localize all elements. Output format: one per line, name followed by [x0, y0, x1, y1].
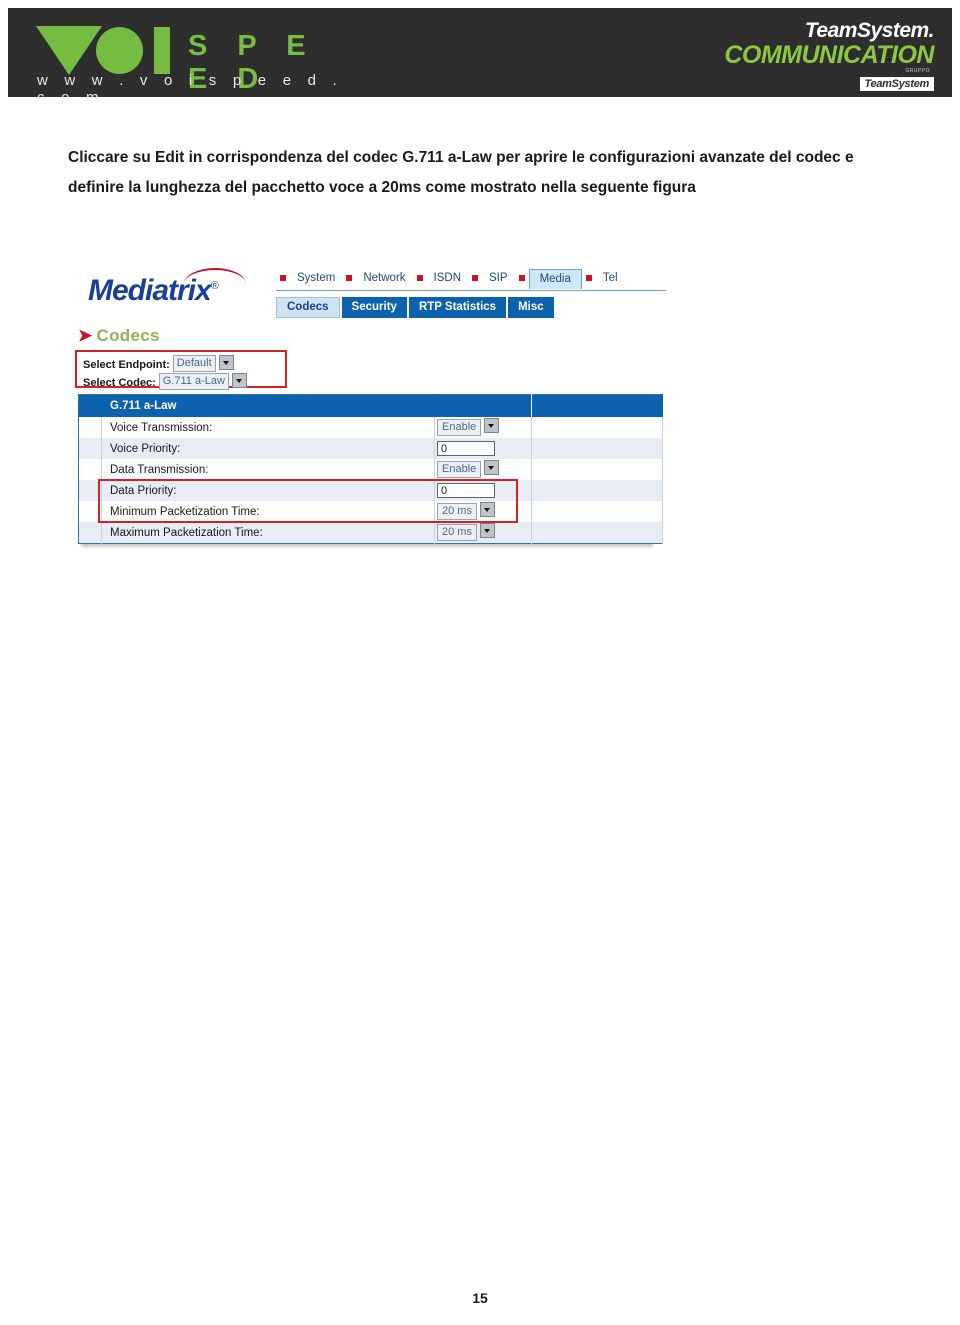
data-priority-label: Data Priority:: [101, 480, 435, 501]
secondary-tab-bar: Codecs Security RTP Statistics Misc: [276, 297, 556, 318]
select-endpoint-label: Select Endpoint:: [83, 358, 170, 371]
header-value-cell: [434, 394, 532, 417]
voice-transmission-control: Enable: [435, 418, 500, 436]
nav-bullet-icon: [585, 274, 592, 281]
nav-bullet-icon: [280, 274, 286, 281]
minimum-packetization-time-label: Minimum Packetization Time:: [101, 501, 435, 522]
codec-settings-table-wrapper: G.711 a-Law Voice Transmission: Enable V…: [78, 394, 663, 544]
section-heading: ➤ Codecs: [78, 326, 160, 346]
nav-bullet-icon: [416, 274, 423, 281]
tab-security[interactable]: Security: [341, 297, 407, 318]
data-transmission-dropdown[interactable]: Enable: [437, 461, 482, 478]
maximum-packetization-time-control: 20 ms: [435, 523, 495, 541]
page-number: 15: [472, 1290, 488, 1306]
header-gutter-cell: [78, 394, 102, 417]
nav-bullet-icon: [472, 274, 479, 281]
mediatrix-logo-arc-icon: [184, 268, 246, 284]
voispeed-logo: S P E E D w w w . v o i s p e e d . c o …: [36, 22, 366, 97]
teamsystem-product-name: COMMUNICATION: [724, 41, 934, 69]
voispeed-website-url: w w w . v o i s p e e d . c o m: [37, 72, 343, 97]
table-header-row: G.711 a-Law: [78, 394, 663, 417]
table-row: Voice Transmission: Enable: [78, 417, 663, 438]
row-gutter-cell: [78, 459, 102, 480]
data-priority-control: 0: [435, 483, 495, 498]
maximum-packetization-time-chevron-down-icon[interactable]: [479, 523, 495, 539]
data-transmission-value-cell: Enable: [434, 459, 532, 480]
voispeed-v-triangle-icon: [36, 26, 102, 75]
mediatrix-screenshot-figure: Mediatrix® System Network ISDN SIP Media Tel …: [75, 258, 676, 558]
nav-item-sip[interactable]: SIP: [482, 269, 515, 288]
select-codec-dropdown[interactable]: G.711 a-Law: [158, 373, 229, 390]
row-spacer-cell: [531, 480, 663, 501]
nav-item-media[interactable]: Media: [528, 269, 582, 289]
page-header-banner: S P E E D w w w . v o i s p e e d . c o …: [8, 8, 952, 97]
row-gutter-cell: [78, 417, 102, 438]
maximum-packetization-time-label: Maximum Packetization Time:: [101, 522, 435, 544]
maximum-packetization-time-value-cell: 20 ms: [434, 522, 532, 544]
primary-navigation: System Network ISDN SIP Media Tel: [276, 269, 666, 291]
minimum-packetization-time-chevron-down-icon[interactable]: [479, 502, 495, 518]
data-transmission-label: Data Transmission:: [101, 459, 435, 480]
select-endpoint-row: Select Endpoint: Default: [83, 355, 285, 372]
voice-transmission-chevron-down-icon[interactable]: [484, 418, 500, 434]
minimum-packetization-time-control: 20 ms: [435, 502, 495, 520]
voispeed-i-bar-icon: [154, 27, 170, 74]
selector-highlight-box: Select Endpoint: Default Select Codec: G.7…: [75, 350, 287, 390]
instruction-paragraph: Cliccare su Edit in corrispondenza del c…: [68, 149, 854, 196]
row-spacer-cell: [531, 438, 663, 459]
row-spacer-cell: [531, 501, 663, 522]
row-gutter-cell: [78, 522, 102, 544]
voice-transmission-dropdown[interactable]: Enable: [437, 419, 482, 436]
teamsystem-name: TeamSystem.: [804, 19, 935, 42]
data-priority-value-cell: 0: [434, 480, 532, 501]
codec-settings-table: G.711 a-Law Voice Transmission: Enable V…: [78, 394, 663, 544]
minimum-packetization-time-dropdown[interactable]: 20 ms: [437, 503, 477, 520]
row-spacer-cell: [531, 417, 663, 438]
teamsystem-group-badge: TeamSystem: [859, 77, 934, 91]
voice-priority-value-cell: 0: [434, 438, 532, 459]
nav-item-tel[interactable]: Tel: [596, 269, 625, 288]
select-codec-label: Select Codec:: [83, 376, 156, 389]
teamsystem-logo: TeamSystem. COMMUNICATION GRUPPO TeamSys…: [684, 19, 935, 91]
row-spacer-cell: [531, 522, 663, 544]
table-row: Maximum Packetization Time: 20 ms: [78, 522, 663, 544]
voice-transmission-label: Voice Transmission:: [101, 417, 435, 438]
row-gutter-cell: [78, 438, 102, 459]
row-gutter-cell: [78, 480, 102, 501]
select-codec-row: Select Codec: G.711 a-Law: [83, 373, 285, 390]
row-gutter-cell: [78, 501, 102, 522]
nav-item-network[interactable]: Network: [356, 269, 412, 288]
section-arrow-icon: ➤: [78, 326, 93, 345]
select-codec-chevron-down-icon[interactable]: [231, 373, 247, 388]
nav-bullet-icon: [518, 274, 525, 281]
table-row: Data Priority: 0: [78, 480, 663, 501]
header-spacer-cell: [531, 394, 663, 417]
table-row: Data Transmission: Enable: [78, 459, 663, 480]
tab-misc[interactable]: Misc: [508, 297, 554, 318]
select-endpoint-dropdown[interactable]: Default: [172, 355, 216, 372]
nav-item-system[interactable]: System: [290, 269, 342, 288]
voice-priority-label: Voice Priority:: [101, 438, 435, 459]
data-transmission-control: Enable: [435, 460, 500, 478]
table-row: Voice Priority: 0: [78, 438, 663, 459]
voice-priority-input[interactable]: 0: [437, 441, 495, 456]
row-spacer-cell: [531, 459, 663, 480]
select-endpoint-chevron-down-icon[interactable]: [218, 355, 234, 370]
nav-bullet-icon: [346, 274, 353, 281]
tab-rtp-statistics[interactable]: RTP Statistics: [408, 297, 507, 318]
maximum-packetization-time-dropdown[interactable]: 20 ms: [437, 524, 477, 541]
voispeed-o-circle-icon: [96, 27, 143, 74]
table-header-title: G.711 a-Law: [101, 394, 435, 417]
nav-item-isdn[interactable]: ISDN: [427, 269, 468, 288]
voice-priority-control: 0: [435, 441, 495, 456]
voice-transmission-value-cell: Enable: [434, 417, 532, 438]
tab-codecs[interactable]: Codecs: [276, 297, 340, 318]
section-heading-label: Codecs: [96, 326, 160, 345]
table-row: Minimum Packetization Time: 20 ms: [78, 501, 663, 522]
data-transmission-chevron-down-icon[interactable]: [484, 460, 500, 476]
data-priority-input[interactable]: 0: [437, 483, 495, 498]
minimum-packetization-time-value-cell: 20 ms: [434, 501, 532, 522]
